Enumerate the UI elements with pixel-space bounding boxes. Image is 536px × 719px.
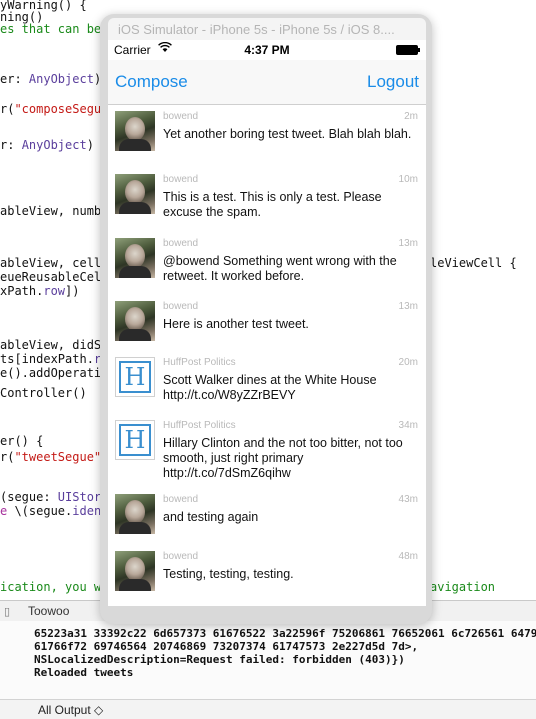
code-line: eueReusableCellW <box>0 270 116 284</box>
status-time: 4:37 PM <box>244 43 290 57</box>
tweet-username: bowend <box>163 551 199 562</box>
tweet-age: 48m <box>398 551 418 562</box>
tweet-username: bowend <box>163 111 199 122</box>
tweet-text: Yet another boring test tweet. Blah blah… <box>163 127 412 141</box>
tweet-text: Here is another test tweet. <box>163 317 309 331</box>
tweet-list[interactable]: bowend 2m Yet another boring test tweet. B… <box>108 105 426 606</box>
tweet-text: Hillary Clinton and the not too bitter, … <box>163 436 403 480</box>
code-line: r("tweetSegue", <box>0 450 108 464</box>
navigation-bar: Compose Logout <box>108 60 426 105</box>
console-line: Reloaded tweets <box>34 666 134 679</box>
tweet-username: HuffPost Politics <box>163 420 236 431</box>
output-selector[interactable]: All Output ◇ <box>38 703 103 717</box>
tweet-text: and testing again <box>163 510 259 524</box>
code-line: leViewCell { <box>430 256 517 270</box>
code-line: avigation <box>430 580 496 594</box>
code-line: ication, you wil <box>0 580 116 594</box>
tweet-age: 43m <box>398 494 418 505</box>
user-avatar[interactable] <box>115 301 155 341</box>
code-line: Controller() <box>0 386 87 400</box>
code-line: er: AnyObject) { <box>0 72 116 86</box>
code-line: r: AnyObject) { <box>0 138 109 152</box>
tweet-age: 2m <box>404 111 418 122</box>
huffpost-avatar[interactable]: H <box>115 357 155 397</box>
tweet-username: bowend <box>163 174 199 185</box>
console-line: 65223a31 33392c22 6d657373 61676522 3a22… <box>34 627 536 640</box>
tweet-text: Scott Walker dines at the White House ht… <box>163 373 377 402</box>
logout-button[interactable]: Logout <box>367 72 419 92</box>
console-line: NSLocalizedDescription=Request failed: f… <box>34 653 405 666</box>
code-line: ts[indexPath.row <box>0 352 116 366</box>
status-bar: Carrier 4:37 PM <box>108 40 426 60</box>
code-line: es that can be r <box>0 22 116 36</box>
tweet-username: bowend <box>163 238 199 249</box>
tweet-text: @bowend Something went wrong with the re… <box>163 254 397 283</box>
code-line: (segue: UIStoryb <box>0 490 116 504</box>
tweet-username: bowend <box>163 301 199 312</box>
debug-toggle-icon[interactable]: ▯ <box>4 605 10 618</box>
user-avatar[interactable] <box>115 238 155 278</box>
code-line: xPath.row]) <box>0 284 80 298</box>
tweet-age: 34m <box>398 420 418 431</box>
tweet-username: bowend <box>163 494 199 505</box>
tweet-age: 20m <box>398 357 418 368</box>
user-avatar[interactable] <box>115 494 155 534</box>
code-line: ableView, number <box>0 204 116 218</box>
device-screen: Carrier 4:37 PM Compose Logout bowend 2m Y… <box>108 40 426 606</box>
code-line: ableView, didSel <box>0 338 116 352</box>
console-output[interactable]: 65223a31 33392c22 6d657373 61676522 3a22… <box>0 621 536 699</box>
tweet-age: 13m <box>398 238 418 249</box>
user-avatar[interactable] <box>115 174 155 214</box>
process-name: Toowoo <box>28 604 70 618</box>
huffpost-avatar[interactable]: H <box>115 420 155 460</box>
code-line: ableView, cellFo <box>0 256 116 270</box>
tweet-text: This is a test. This is only a test. Ple… <box>163 190 382 219</box>
huffpost-logo-icon: H <box>119 361 151 393</box>
huffpost-logo-icon: H <box>119 424 151 456</box>
console-footer: All Output ◇ <box>0 699 536 719</box>
battery-icon <box>396 45 420 55</box>
user-avatar[interactable] <box>115 551 155 591</box>
compose-button[interactable]: Compose <box>115 72 188 92</box>
tweet-username: HuffPost Politics <box>163 357 236 368</box>
code-line: e \(segue.identi <box>0 504 116 518</box>
user-avatar[interactable] <box>115 111 155 151</box>
simulator-title: iOS Simulator - iPhone 5s - iPhone 5s / … <box>118 22 395 37</box>
code-line: r("composeSegue" <box>0 102 116 116</box>
code-line: e().addOperation <box>0 366 116 380</box>
code-line: er() { <box>0 434 44 448</box>
console-line: 61766f72 69746564 20746869 73207374 6174… <box>34 640 419 653</box>
tweet-age: 13m <box>398 301 418 312</box>
tweet-text: Testing, testing, testing. <box>163 567 294 581</box>
tweet-age: 10m <box>398 174 418 185</box>
simulator-titlebar[interactable]: iOS Simulator - iPhone 5s - iPhone 5s / … <box>108 18 426 40</box>
